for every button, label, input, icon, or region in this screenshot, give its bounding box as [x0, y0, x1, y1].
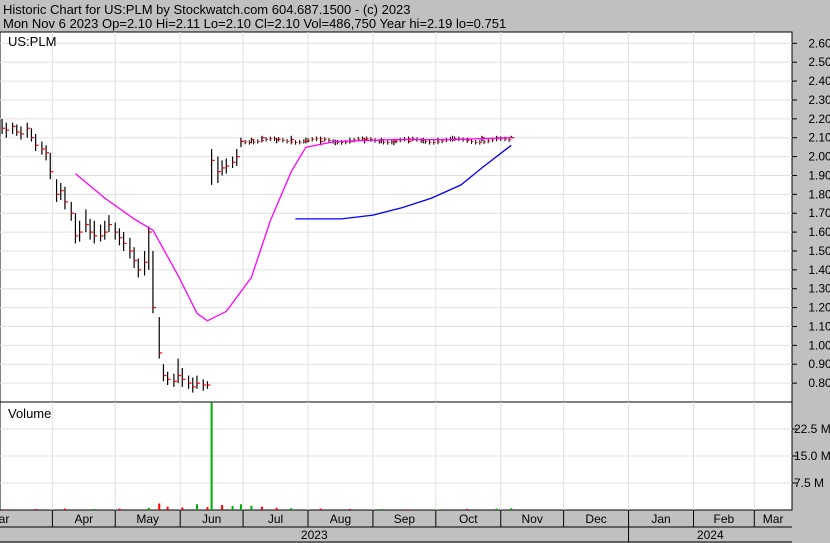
volume-bar	[118, 508, 121, 510]
volume-bar	[319, 508, 322, 510]
volume-bar	[260, 506, 263, 510]
price-tick-label: 1.20	[808, 301, 830, 315]
price-tick-label: 2.10	[808, 131, 830, 145]
volume-bar	[250, 505, 253, 510]
month-label: Apr	[74, 512, 93, 526]
volume-bar	[290, 508, 293, 510]
volume-bar	[147, 507, 150, 510]
volume-bar	[158, 503, 161, 510]
price-tick-label: 2.20	[808, 112, 830, 126]
volume-tick-label: 22.5 M	[794, 422, 830, 436]
month-label: Oct	[459, 512, 478, 526]
price-tick-label: 1.80	[808, 187, 830, 201]
price-tick-label: 2.30	[808, 93, 830, 107]
price-tick-label: 2.40	[808, 74, 830, 88]
volume-bar	[5, 509, 8, 511]
volume-bar	[510, 508, 513, 510]
volume-bar	[206, 507, 209, 510]
price-tick-label: 0.80	[808, 376, 830, 390]
volume-bar	[275, 507, 278, 510]
price-tick-label: 1.60	[808, 225, 830, 239]
volume-panel-label: Volume	[8, 406, 51, 421]
volume-bar	[466, 508, 469, 510]
price-tick-label: 0.90	[808, 357, 830, 371]
volume-bar	[495, 508, 498, 510]
month-label: Mar	[763, 512, 784, 526]
month-label: Jul	[268, 512, 283, 526]
volume-bar	[166, 506, 169, 510]
month-label: Jun	[202, 512, 221, 526]
volume-bar	[407, 509, 410, 511]
volume-bar	[34, 508, 37, 510]
chart-header-line1: Historic Chart for US:PLM by Stockwatch.…	[3, 2, 411, 17]
price-tick-label: 1.70	[808, 206, 830, 220]
month-label: Nov	[522, 512, 543, 526]
volume-tick-label: 15.0 M	[794, 449, 830, 463]
price-tick-label: 1.00	[808, 338, 830, 352]
price-tick-label: 2.50	[808, 55, 830, 69]
price-tick-label: 1.40	[808, 263, 830, 277]
volume-bar	[181, 507, 184, 510]
year-label: 2023	[301, 528, 328, 542]
volume-bar	[239, 504, 242, 510]
volume-bar	[380, 508, 383, 510]
volume-bar	[436, 509, 439, 511]
price-tick-label: 2.00	[808, 150, 830, 164]
month-label: Jan	[651, 512, 670, 526]
price-tick-label: 1.10	[808, 319, 830, 333]
volume-bar	[63, 508, 66, 510]
price-tick-label: 1.50	[808, 244, 830, 258]
volume-bar	[348, 508, 351, 510]
volume-bar	[210, 402, 213, 510]
price-tick-label: 2.60	[808, 36, 830, 50]
price-tick-label: 1.90	[808, 168, 830, 182]
stock-chart: Historic Chart for US:PLM by Stockwatch.…	[0, 0, 830, 543]
year-label: 2024	[697, 528, 724, 542]
month-label: Dec	[585, 512, 606, 526]
chart-header-line2: Mon Nov 6 2023 Op=2.10 Hi=2.11 Lo=2.10 C…	[3, 16, 506, 31]
volume-bar	[195, 504, 198, 510]
price-panel	[0, 31, 793, 403]
volume-bar	[221, 504, 224, 510]
month-label: Feb	[714, 512, 735, 526]
month-label: May	[136, 512, 159, 526]
volume-bar	[93, 508, 96, 510]
volume-bar	[231, 506, 234, 510]
month-label: Aug	[330, 512, 351, 526]
price-panel-label: US:PLM	[8, 34, 56, 49]
month-label: Sep	[394, 512, 416, 526]
price-tick-label: 1.30	[808, 282, 830, 296]
month-label: ar	[0, 512, 9, 526]
volume-tick-label: 7.5 M	[794, 476, 824, 490]
